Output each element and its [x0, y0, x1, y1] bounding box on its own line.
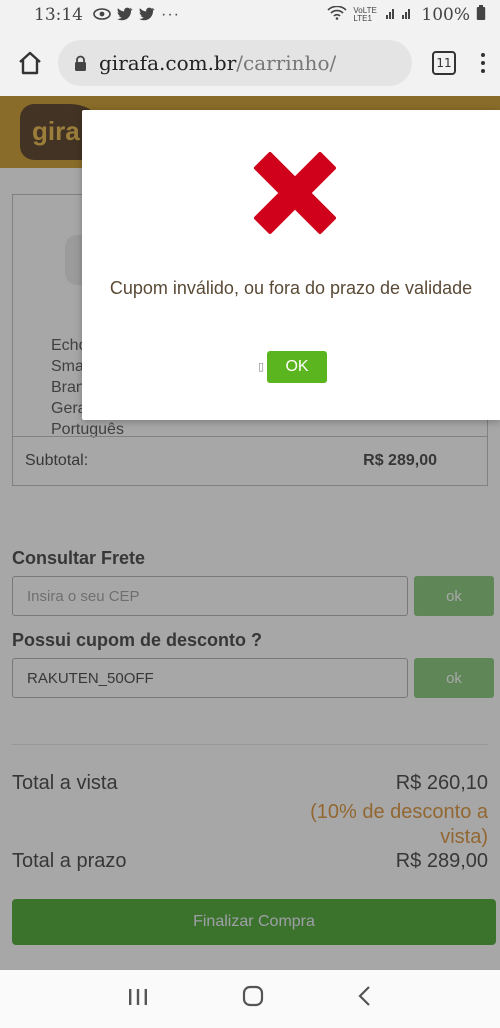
clock: 13:14: [34, 5, 83, 25]
eye-icon: [93, 7, 111, 23]
menu-dot: [481, 69, 485, 73]
battery-icon: [476, 5, 486, 25]
signal-icon: [385, 6, 415, 24]
status-right: VoLTE LTE1 100%: [327, 5, 486, 25]
home-circle-icon: [242, 985, 264, 1007]
url-domain: girafa.com.br: [99, 51, 237, 75]
recents-icon: [128, 989, 147, 1005]
battery-level: 100%: [421, 5, 470, 25]
home-icon: [19, 51, 41, 75]
notification-icons: ···: [93, 6, 180, 24]
browser-toolbar: girafa.com.br/carrinho/ 11: [0, 30, 500, 96]
browser-menu-button[interactable]: [478, 53, 488, 73]
network-label: VoLTE LTE1: [353, 6, 377, 23]
back-button[interactable]: [357, 985, 373, 1013]
status-bar: 13:14 ··· VoLTE LTE1 100%: [0, 0, 500, 30]
home-button[interactable]: [12, 45, 48, 81]
wifi-icon: [327, 5, 347, 24]
error-dialog: Cupom inválido, ou fora do prazo de vali…: [82, 110, 500, 420]
dialog-ok-button[interactable]: OK: [267, 351, 327, 383]
twitter-icon: [117, 7, 133, 24]
more-icon: ···: [161, 6, 180, 23]
error-x-icon: [254, 152, 336, 234]
tab-switcher-button[interactable]: 11: [432, 51, 456, 75]
twitter-icon: [139, 7, 155, 24]
menu-dot: [481, 61, 485, 65]
home-nav-button[interactable]: [242, 985, 264, 1013]
menu-dot: [481, 53, 485, 57]
url-path: /carrinho/: [236, 51, 337, 75]
recents-button[interactable]: [127, 986, 149, 1012]
address-bar[interactable]: girafa.com.br/carrinho/: [58, 40, 412, 86]
missing-glyph-icon: ▯: [258, 361, 265, 373]
system-nav-bar: [0, 970, 500, 1028]
dialog-message: Cupom inválido, ou fora do prazo de vali…: [109, 278, 473, 298]
back-icon: [358, 986, 371, 1006]
lock-icon: [74, 55, 87, 72]
